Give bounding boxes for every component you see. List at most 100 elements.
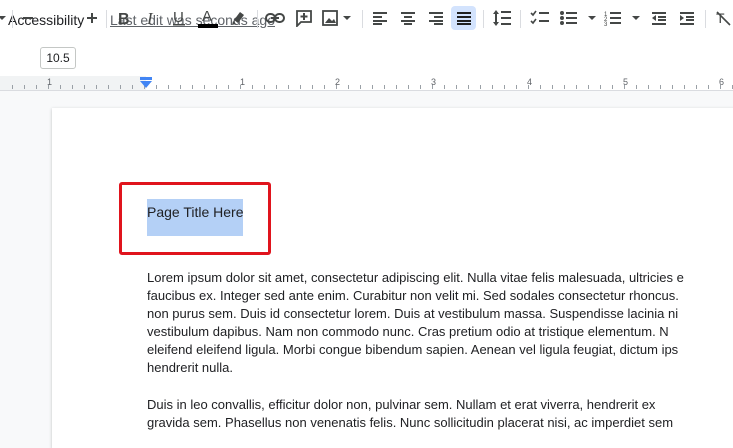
toolbar-divider bbox=[483, 10, 484, 28]
plus-icon[interactable] bbox=[82, 6, 102, 30]
align-right-icon[interactable] bbox=[424, 6, 448, 30]
ruler-tick bbox=[120, 85, 121, 89]
italic-icon[interactable]: I bbox=[140, 6, 162, 30]
annotation-box bbox=[119, 182, 271, 255]
ruler-tick bbox=[156, 85, 157, 89]
ruler-tick bbox=[408, 85, 409, 89]
comment-icon[interactable] bbox=[292, 6, 316, 30]
increase-indent-icon[interactable] bbox=[675, 6, 699, 30]
clear-formatting-icon[interactable]: T bbox=[713, 6, 733, 30]
toolbar-divider bbox=[12, 10, 13, 28]
ruler-tick bbox=[252, 85, 253, 89]
ruler-tick bbox=[468, 85, 469, 89]
svg-text:A: A bbox=[202, 8, 212, 25]
text-line: faucibus ex. Integer sed ante enim. Cura… bbox=[147, 288, 679, 303]
ruler-tick bbox=[516, 85, 517, 89]
image-icon[interactable] bbox=[320, 6, 354, 30]
text-line: vestibulum dapibus. Nam non commodo nunc… bbox=[147, 324, 669, 339]
ruler-tick bbox=[96, 85, 97, 89]
ruler-tick bbox=[60, 85, 61, 89]
text-line: eleifend eleifend ligula. Morbi congue b… bbox=[147, 342, 679, 357]
last-edit-link[interactable]: Last edit was seconds ago bbox=[110, 12, 275, 28]
ruler-tick bbox=[72, 85, 73, 89]
ruler-tick bbox=[228, 85, 229, 89]
ruler-tick bbox=[456, 85, 457, 89]
paragraph[interactable]: Lorem ipsum dolor sit amet, consectetur … bbox=[147, 269, 733, 377]
ruler-tick bbox=[384, 85, 385, 89]
text-line: gravida sem. Phasellus non venenatis fel… bbox=[147, 415, 674, 430]
highlight-icon[interactable] bbox=[228, 6, 248, 30]
ruler-tick bbox=[192, 85, 193, 89]
ruler-tick bbox=[480, 85, 481, 89]
bulleted-list-icon[interactable] bbox=[557, 6, 601, 30]
ruler-tick bbox=[528, 85, 529, 89]
ruler-tick bbox=[720, 85, 721, 89]
ruler-tick bbox=[180, 85, 181, 89]
ruler-tick bbox=[540, 85, 541, 89]
align-left-icon[interactable] bbox=[368, 6, 392, 30]
ruler-tick bbox=[612, 85, 613, 89]
bold-icon[interactable]: B bbox=[112, 6, 134, 30]
svg-text:I: I bbox=[146, 10, 154, 26]
checklist-icon[interactable] bbox=[528, 6, 552, 30]
ruler-tick bbox=[624, 85, 625, 89]
ruler-tick bbox=[660, 85, 661, 89]
toolbar-divider bbox=[520, 10, 521, 28]
ruler-tick bbox=[240, 85, 241, 89]
ruler-tick bbox=[708, 85, 709, 89]
ruler-tick bbox=[696, 85, 697, 89]
ruler-tick bbox=[636, 85, 637, 89]
paragraph[interactable]: Duis in leo convallis, efficitur dolor n… bbox=[147, 396, 733, 432]
first-line-indent-marker[interactable] bbox=[140, 77, 152, 80]
link-icon[interactable] bbox=[263, 6, 287, 30]
toolbar bbox=[0, 40, 733, 77]
svg-text:U: U bbox=[173, 9, 184, 26]
ruler-tick bbox=[360, 85, 361, 89]
ruler-tick bbox=[132, 85, 133, 89]
ruler-tick bbox=[348, 85, 349, 89]
toolbar-divider bbox=[106, 10, 107, 28]
minus-icon[interactable] bbox=[18, 6, 38, 30]
text-color-icon[interactable]: A bbox=[196, 6, 220, 30]
ruler[interactable]: 1 1 2 3 4 5 6 bbox=[0, 76, 733, 91]
ruler-tick bbox=[84, 85, 85, 89]
text-line: hendrerit nulla. bbox=[147, 360, 233, 375]
ruler-tick bbox=[504, 85, 505, 89]
svg-text:B: B bbox=[118, 11, 130, 26]
ruler-tick bbox=[564, 85, 565, 89]
ruler-tick bbox=[312, 85, 313, 89]
ruler-tick bbox=[168, 85, 169, 89]
ruler-tick bbox=[672, 85, 673, 89]
ruler-tick bbox=[588, 85, 589, 89]
svg-text:3: 3 bbox=[604, 22, 608, 26]
toolbar-divider bbox=[362, 10, 363, 28]
ruler-tick bbox=[288, 85, 289, 89]
ruler-tick bbox=[24, 85, 25, 89]
ruler-tick bbox=[276, 85, 277, 89]
ruler-tick bbox=[48, 85, 49, 89]
numbered-list-icon[interactable]: 123 bbox=[604, 6, 644, 30]
text-line: Lorem ipsum dolor sit amet, consectetur … bbox=[147, 270, 684, 285]
align-center-icon[interactable] bbox=[396, 6, 420, 30]
ruler-tick bbox=[204, 85, 205, 89]
ruler-tick bbox=[12, 85, 13, 89]
ruler-tick bbox=[324, 85, 325, 89]
decrease-indent-icon[interactable] bbox=[647, 6, 671, 30]
text-line: non purus sem. Duis id consectetur lorem… bbox=[147, 306, 679, 321]
ruler-tick bbox=[648, 85, 649, 89]
ruler-tick bbox=[264, 85, 265, 89]
line-spacing-icon[interactable] bbox=[490, 6, 514, 30]
ruler-tick bbox=[300, 85, 301, 89]
ruler-tick bbox=[396, 85, 397, 89]
ruler-tick bbox=[576, 85, 577, 89]
font-size-input[interactable]: 10.5 bbox=[40, 47, 76, 69]
left-indent-marker[interactable] bbox=[140, 81, 152, 88]
ruler-tick bbox=[336, 85, 337, 89]
ruler-tick bbox=[36, 85, 37, 89]
toolbar-divider bbox=[705, 10, 706, 28]
chevron-down-icon[interactable] bbox=[0, 6, 8, 30]
toolbar-divider bbox=[257, 10, 258, 28]
underline-icon[interactable]: U bbox=[168, 6, 190, 30]
align-justify-icon[interactable] bbox=[451, 6, 476, 30]
text-line: Duis in leo convallis, efficitur dolor n… bbox=[147, 397, 656, 412]
